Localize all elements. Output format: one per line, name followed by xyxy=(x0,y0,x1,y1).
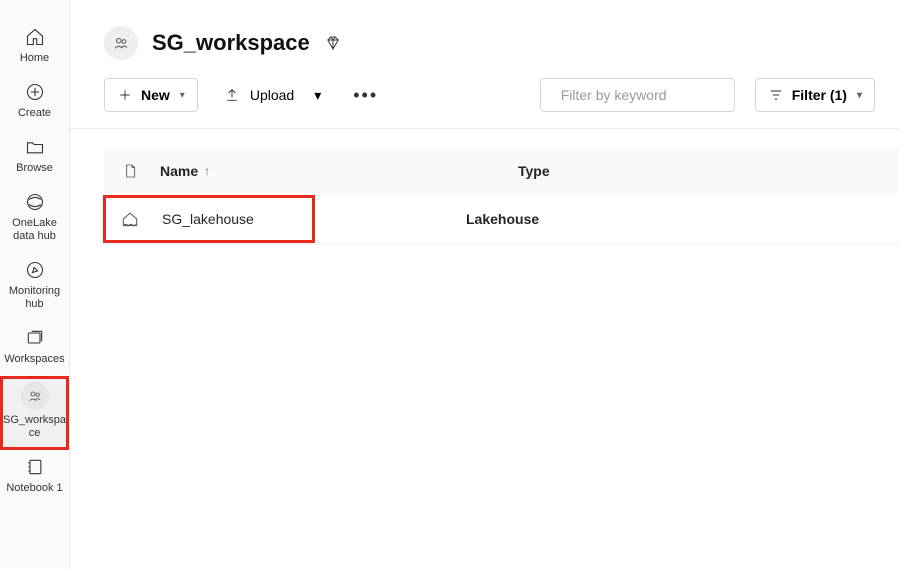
workspace-title: SG_workspace xyxy=(152,30,310,56)
upload-icon xyxy=(224,87,240,103)
search-input[interactable] xyxy=(561,87,742,103)
sort-ascending-icon: ↑ xyxy=(204,164,210,178)
column-header-type[interactable]: Type xyxy=(518,163,899,179)
search-box[interactable] xyxy=(540,78,735,112)
nav-browse[interactable]: Browse xyxy=(0,130,69,185)
chevron-down-icon: ▾ xyxy=(857,90,862,101)
items-table: Name ↑ Type SG_lakehouse Lakehouse xyxy=(70,129,899,245)
new-button[interactable]: New ▾ xyxy=(104,78,198,112)
column-header-name[interactable]: Name ↑ xyxy=(156,163,518,179)
nav-label-sg-workspace: SG_workspace xyxy=(2,414,67,440)
nav-monitoring[interactable]: Monitoring hub xyxy=(0,253,69,321)
nav-label-home: Home xyxy=(20,52,49,65)
filter-icon xyxy=(768,87,784,103)
nav-home[interactable]: Home xyxy=(0,20,69,75)
nav-label-onelake: OneLake data hub xyxy=(2,217,67,243)
compass-icon xyxy=(24,259,46,281)
nav-label-notebook: Notebook 1 xyxy=(6,482,62,495)
people-icon xyxy=(21,382,49,410)
workspaces-icon xyxy=(24,327,46,349)
plus-icon xyxy=(117,87,133,103)
workspace-avatar xyxy=(104,26,138,60)
nav-rail: Home Create Browse OneLake data hub Moni… xyxy=(0,0,70,569)
table-row[interactable]: SG_lakehouse Lakehouse xyxy=(104,193,899,245)
nav-workspaces[interactable]: Workspaces xyxy=(0,321,69,376)
chevron-down-icon: ▾ xyxy=(314,87,321,104)
nav-label-create: Create xyxy=(18,107,51,120)
onelake-icon xyxy=(24,191,46,213)
folder-icon xyxy=(24,136,46,158)
home-icon xyxy=(24,26,46,48)
table-header-row: Name ↑ Type xyxy=(104,149,899,193)
nav-create[interactable]: Create xyxy=(0,75,69,130)
nav-label-workspaces: Workspaces xyxy=(4,353,64,366)
upload-button-label: Upload xyxy=(250,87,294,103)
filter-button[interactable]: Filter (1) ▾ xyxy=(755,78,875,112)
workspace-header: SG_workspace xyxy=(70,10,899,74)
filter-button-label: Filter (1) xyxy=(792,87,847,103)
upload-button[interactable]: Upload ▾ xyxy=(218,78,327,112)
plus-circle-icon xyxy=(24,81,46,103)
new-button-label: New xyxy=(141,87,170,103)
row-name: SG_lakehouse xyxy=(156,211,254,227)
diamond-icon[interactable] xyxy=(324,34,342,52)
toolbar: New ▾ Upload ▾ ••• Filter (1) ▾ xyxy=(70,74,899,129)
main-content: SG_workspace New ▾ Upload ▾ ••• xyxy=(70,0,899,569)
notebook-icon xyxy=(24,456,46,478)
nav-notebook[interactable]: Notebook 1 xyxy=(0,450,69,505)
nav-label-monitoring: Monitoring hub xyxy=(2,285,67,311)
lakehouse-icon xyxy=(104,209,156,229)
more-button[interactable]: ••• xyxy=(347,85,384,106)
column-header-type-icon[interactable] xyxy=(104,163,156,179)
row-type: Lakehouse xyxy=(466,211,899,227)
nav-sg-workspace[interactable]: SG_workspace xyxy=(0,376,69,450)
nav-onelake[interactable]: OneLake data hub xyxy=(0,185,69,253)
nav-label-browse: Browse xyxy=(16,162,53,175)
chevron-down-icon: ▾ xyxy=(180,90,185,101)
